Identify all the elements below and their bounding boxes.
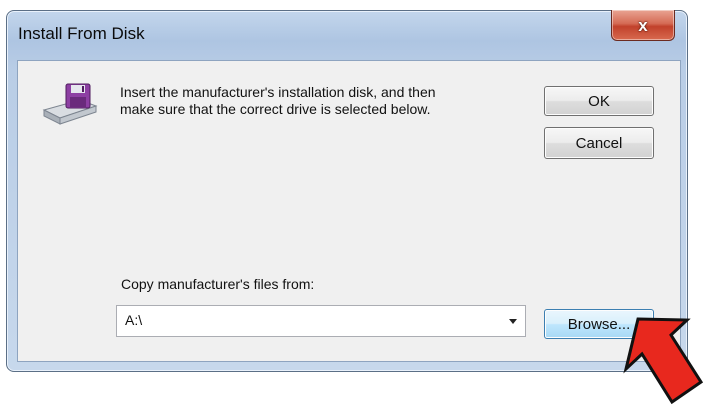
instruction-line-2: make sure that the correct drive is sele… [120,101,431,117]
source-path-value: A:\ [125,312,143,328]
instruction-line-1: Insert the manufacturer's installation d… [120,84,436,100]
close-icon: x [638,15,648,35]
floppy-disk-drive-icon [42,83,98,125]
ok-button[interactable]: OK [544,86,654,116]
instruction-text: Insert the manufacturer's installation d… [120,84,520,118]
copy-from-label: Copy manufacturer's files from: [121,276,315,292]
red-arrow-icon [623,317,703,405]
cancel-button[interactable]: Cancel [544,127,654,159]
source-path-combobox[interactable]: A:\ [116,305,526,337]
dropdown-arrow-icon[interactable] [509,319,517,324]
window-title: Install From Disk [18,24,145,43]
close-button[interactable]: x [611,10,675,41]
